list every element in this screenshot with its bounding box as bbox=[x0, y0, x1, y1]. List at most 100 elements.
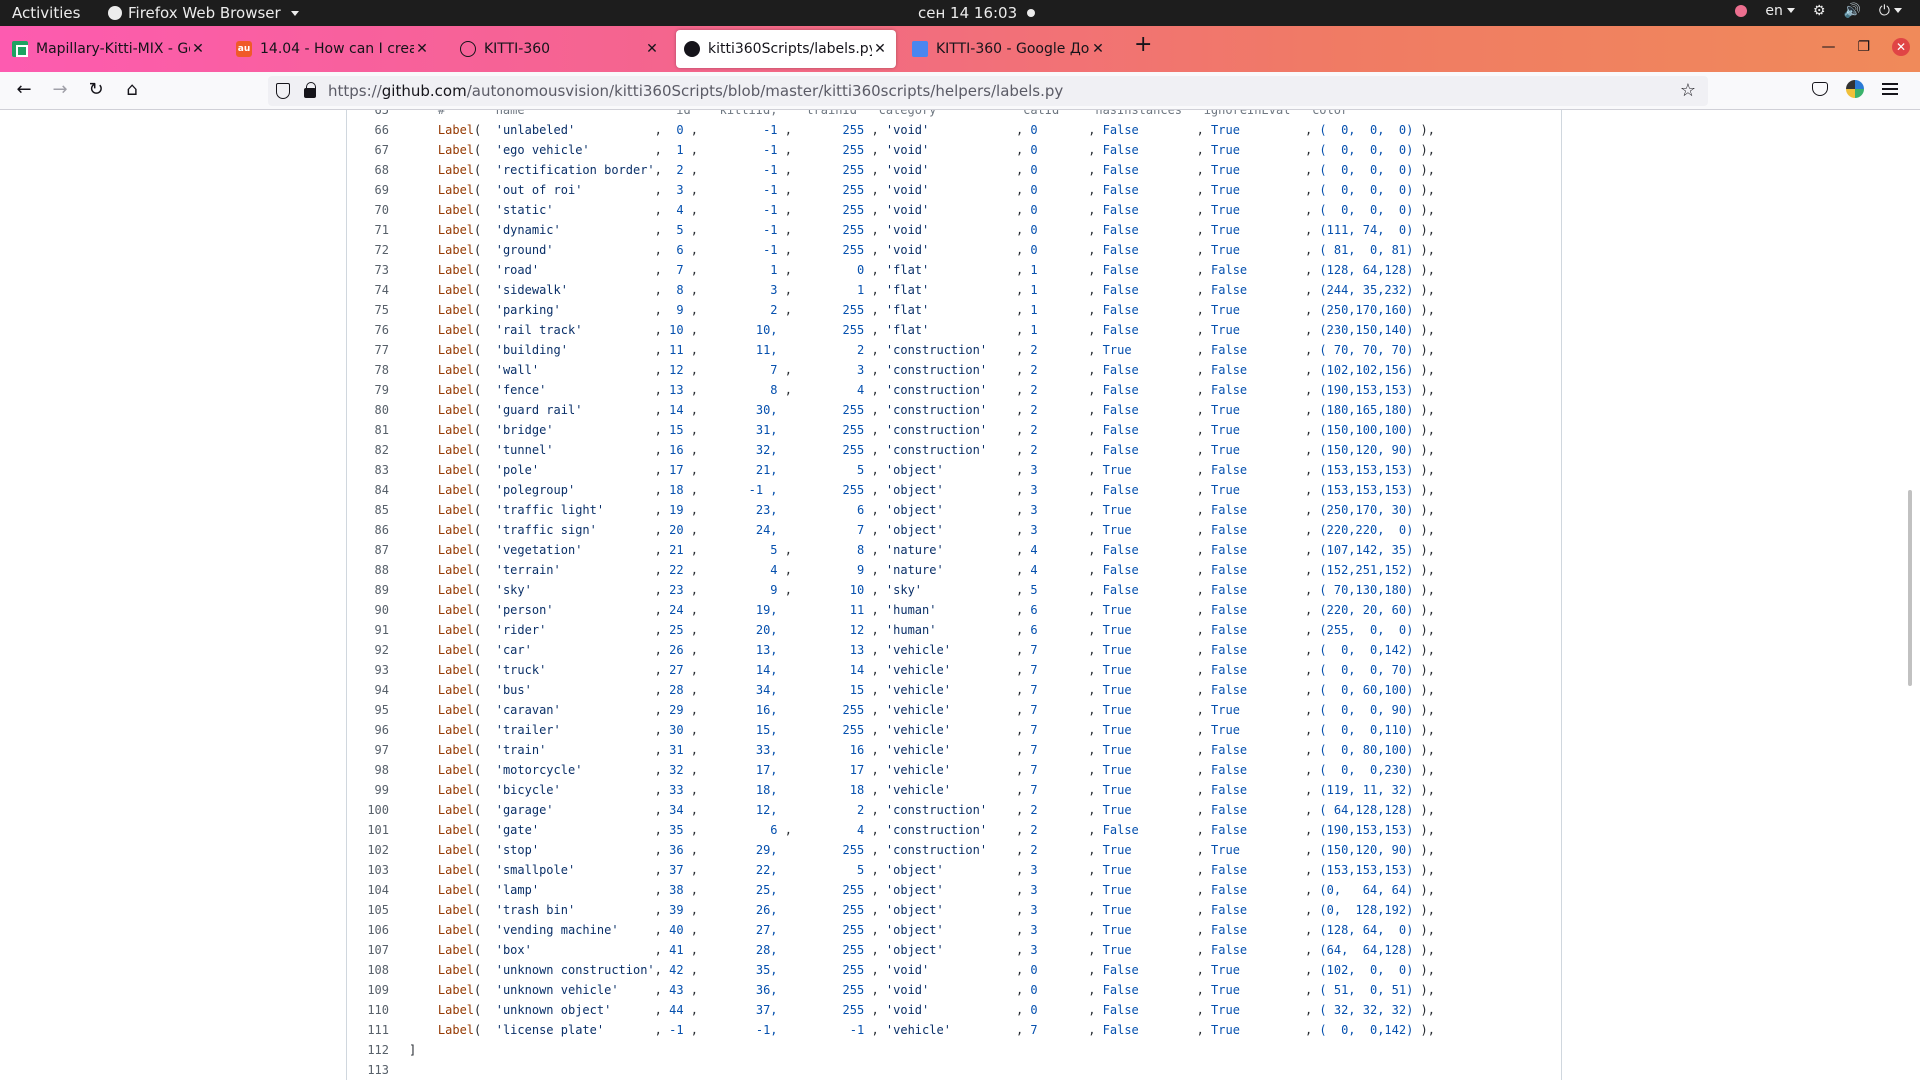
ignore-in-eval: False bbox=[1211, 523, 1305, 537]
code-line: 92 Label( 'car' , 26 , 13, 13 , 'vehicle… bbox=[347, 640, 1561, 660]
account-icon[interactable] bbox=[1846, 80, 1864, 98]
new-tab-button[interactable]: + bbox=[1134, 32, 1152, 57]
train-id: 17 bbox=[791, 763, 865, 777]
punctuation: ( bbox=[474, 923, 496, 937]
tab-askubuntu[interactable]: au 14.04 - How can I create a ✕ bbox=[228, 30, 438, 68]
language-indicator[interactable]: en bbox=[1765, 3, 1795, 19]
color-tuple: (190,153,153) bbox=[1319, 823, 1414, 837]
minimize-icon[interactable]: — bbox=[1821, 39, 1835, 55]
punctuation bbox=[778, 723, 792, 737]
volume-icon[interactable]: 🔊 bbox=[1843, 3, 1860, 19]
punctuation: , bbox=[1088, 943, 1103, 957]
cat-id: 7 bbox=[1030, 743, 1089, 757]
label-id: 14 bbox=[669, 403, 684, 417]
punctuation: , bbox=[1088, 303, 1103, 317]
punctuation: , bbox=[1015, 343, 1031, 357]
punctuation: , bbox=[1304, 883, 1320, 897]
system-tray[interactable]: en ⚙ 🔊 ⏻ bbox=[1735, 3, 1902, 19]
activities-button[interactable]: Activities bbox=[12, 4, 80, 22]
close-icon[interactable]: ✕ bbox=[644, 41, 660, 57]
punctuation: , bbox=[1304, 423, 1320, 437]
kitti-id: 7 bbox=[705, 363, 778, 377]
system-top-bar: Activities Firefox Web Browser сен 14 16… bbox=[0, 0, 1920, 26]
label-id: 11 bbox=[669, 343, 684, 357]
kitti-id: 29, bbox=[705, 843, 778, 857]
menu-icon[interactable] bbox=[1882, 83, 1898, 95]
scrollbar-thumb[interactable] bbox=[1908, 490, 1912, 686]
kitti-id: -1 bbox=[705, 143, 778, 157]
close-icon[interactable]: ✕ bbox=[190, 41, 206, 57]
color-tuple: (250,170, 30) bbox=[1319, 503, 1414, 517]
punctuation: , bbox=[683, 663, 706, 677]
punctuation: , bbox=[1088, 683, 1103, 697]
color-tuple: ( 0, 0, 90) bbox=[1319, 703, 1414, 717]
cat-id: 3 bbox=[1030, 883, 1089, 897]
tracking-protection-icon[interactable] bbox=[276, 83, 290, 99]
power-icon[interactable]: ⏻ bbox=[1879, 3, 1902, 19]
kitti-id: -1 bbox=[705, 163, 778, 177]
line-number: 80 bbox=[374, 403, 389, 417]
punctuation bbox=[778, 923, 792, 937]
network-icon[interactable]: ⚙ bbox=[1813, 3, 1826, 19]
forward-icon[interactable]: → bbox=[48, 79, 72, 103]
url-bar[interactable]: https://github.com/autonomousvision/kitt… bbox=[268, 76, 1708, 106]
punctuation: ( bbox=[474, 1003, 496, 1017]
kitti-id: 12, bbox=[705, 803, 778, 817]
punctuation: ( bbox=[474, 1023, 496, 1037]
punctuation: ), bbox=[1413, 423, 1436, 437]
train-id: 255 bbox=[791, 183, 865, 197]
code-line: 111 Label( 'license plate' , -1 , -1, -1… bbox=[347, 1020, 1561, 1040]
kitti-id: -1 bbox=[705, 223, 778, 237]
home-icon[interactable]: ⌂ bbox=[120, 79, 144, 103]
clock[interactable]: сен 14 16:03 bbox=[918, 4, 1036, 22]
reload-icon[interactable]: ↻ bbox=[84, 79, 108, 103]
code-viewer: 65 # name id kittiId, trainId category c… bbox=[346, 110, 1562, 1080]
tab-labels-py[interactable]: kitti360Scripts/labels.py ✕ bbox=[676, 30, 896, 68]
ignore-in-eval: False bbox=[1211, 263, 1305, 277]
code-line: 68 Label( 'rectification border', 2 , -1… bbox=[347, 160, 1561, 180]
function-name: Label bbox=[437, 343, 475, 357]
code-line: 107 Label( 'box' , 41 , 28, 255 , 'objec… bbox=[347, 940, 1561, 960]
label-name: 'box' bbox=[495, 943, 655, 957]
app-menu[interactable]: Firefox Web Browser bbox=[108, 4, 299, 22]
function-name: Label bbox=[437, 443, 475, 457]
punctuation: ( bbox=[474, 783, 496, 797]
label-name: 'tunnel' bbox=[495, 443, 655, 457]
language-label: en bbox=[1765, 3, 1783, 19]
train-id: 255 bbox=[791, 883, 865, 897]
punctuation: ), bbox=[1413, 583, 1436, 597]
punctuation: , bbox=[1088, 603, 1103, 617]
label-id: -1 bbox=[669, 1023, 684, 1037]
bug-icon[interactable] bbox=[1735, 5, 1748, 17]
punctuation: , bbox=[1196, 323, 1212, 337]
punctuation: , bbox=[1304, 863, 1320, 877]
color-tuple: (64, 64,128) bbox=[1319, 943, 1414, 957]
punctuation: , bbox=[654, 223, 670, 237]
restore-icon[interactable]: ❐ bbox=[1857, 39, 1870, 55]
back-icon[interactable]: ← bbox=[12, 79, 36, 103]
tab-mapillary[interactable]: Mapillary-Kitti-MIX - Goo ✕ bbox=[4, 30, 214, 68]
code-line: 86 Label( 'traffic sign' , 20 , 24, 7 , … bbox=[347, 520, 1561, 540]
line-number: 110 bbox=[367, 1003, 389, 1017]
punctuation: , bbox=[1196, 283, 1212, 297]
lock-icon[interactable] bbox=[304, 82, 316, 98]
tab-google-docs[interactable]: KITTI-360 - Google Доку ✕ bbox=[904, 30, 1114, 68]
close-icon[interactable]: ✕ bbox=[414, 41, 430, 57]
pocket-icon[interactable] bbox=[1812, 82, 1828, 96]
close-icon[interactable]: ✕ bbox=[1090, 41, 1106, 57]
cat-id: 7 bbox=[1030, 1023, 1089, 1037]
punctuation: , bbox=[1015, 683, 1031, 697]
url-host: github.com bbox=[381, 82, 467, 100]
label-name: 'rectification border' bbox=[495, 163, 655, 177]
has-instances: True bbox=[1102, 843, 1197, 857]
tab-kitti360[interactable]: KITTI-360 ✕ bbox=[452, 30, 668, 68]
label-id: 32 bbox=[669, 763, 684, 777]
has-instances: False bbox=[1102, 203, 1197, 217]
url-text[interactable]: https://github.com/autonomousvision/kitt… bbox=[328, 82, 1063, 100]
punctuation: , bbox=[777, 823, 792, 837]
window-close-icon[interactable]: ✕ bbox=[1892, 38, 1910, 56]
cat-id: 2 bbox=[1030, 403, 1089, 417]
punctuation: ), bbox=[1413, 743, 1436, 757]
close-icon[interactable]: ✕ bbox=[872, 41, 888, 57]
bookmark-star-icon[interactable]: ☆ bbox=[1680, 80, 1696, 101]
